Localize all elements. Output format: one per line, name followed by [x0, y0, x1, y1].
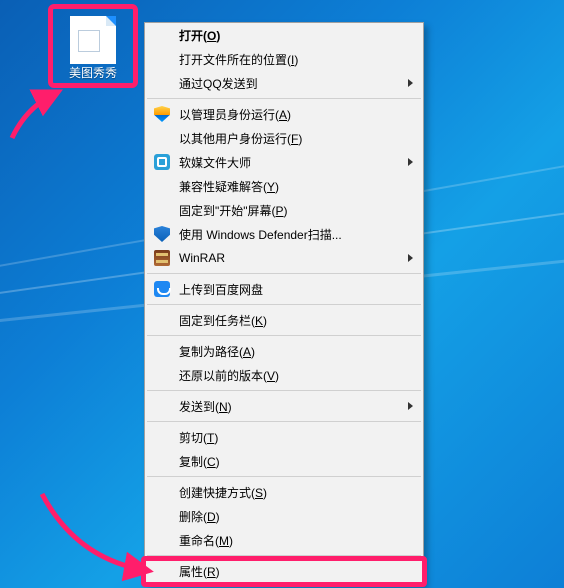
menu-separator [147, 476, 421, 477]
context-menu: 打开(O) 打开文件所在的位置(I) 通过QQ发送到 以管理员身份运行(A) 以… [144, 22, 424, 585]
menu-separator [147, 335, 421, 336]
shortcut-label: 美图秀秀 [54, 66, 132, 80]
uac-shield-icon [153, 105, 171, 123]
menu-qq-send-to[interactable]: 通过QQ发送到 [145, 71, 423, 95]
menu-open[interactable]: 打开(O) [145, 23, 423, 47]
defender-shield-icon [153, 225, 171, 243]
menu-cut[interactable]: 剪切(T) [145, 425, 423, 449]
menu-rename[interactable]: 重命名(M) [145, 528, 423, 552]
submenu-arrow-icon [408, 158, 413, 166]
menu-pin-to-taskbar[interactable]: 固定到任务栏(K) [145, 308, 423, 332]
submenu-arrow-icon [408, 402, 413, 410]
menu-properties[interactable]: 属性(R) [145, 559, 423, 584]
menu-upload-to-baidu[interactable]: 上传到百度网盘 [145, 277, 423, 301]
menu-compatibility-troubleshoot[interactable]: 兼容性疑难解答(Y) [145, 174, 423, 198]
menu-separator [147, 390, 421, 391]
menu-delete[interactable]: 删除(D) [145, 504, 423, 528]
winrar-icon [153, 249, 171, 267]
menu-restore-previous-versions[interactable]: 还原以前的版本(V) [145, 363, 423, 387]
desktop-shortcut-meituxiuxiu[interactable]: 美图秀秀 [54, 10, 132, 80]
menu-open-file-location[interactable]: 打开文件所在的位置(I) [145, 47, 423, 71]
menu-separator [147, 273, 421, 274]
menu-open-text: 打开( [179, 29, 207, 43]
menu-create-shortcut[interactable]: 创建快捷方式(S) [145, 480, 423, 504]
menu-winrar[interactable]: WinRAR [145, 246, 423, 270]
menu-separator [147, 304, 421, 305]
shortcut-file-icon [70, 16, 116, 64]
menu-separator [147, 98, 421, 99]
menu-run-as-admin[interactable]: 以管理员身份运行(A) [145, 102, 423, 126]
menu-separator [147, 421, 421, 422]
submenu-arrow-icon [408, 254, 413, 262]
menu-separator [147, 555, 421, 556]
menu-ruanmei-file-master[interactable]: 软媒文件大师 [145, 150, 423, 174]
menu-run-as-other-user[interactable]: 以其他用户身份运行(F) [145, 126, 423, 150]
menu-send-to[interactable]: 发送到(N) [145, 394, 423, 418]
menu-open-hotkey: O [207, 29, 216, 43]
menu-scan-with-defender[interactable]: 使用 Windows Defender扫描... [145, 222, 423, 246]
menu-copy[interactable]: 复制(C) [145, 449, 423, 473]
menu-copy-as-path[interactable]: 复制为路径(A) [145, 339, 423, 363]
menu-pin-to-start[interactable]: 固定到"开始"屏幕(P) [145, 198, 423, 222]
ruanmei-icon [153, 153, 171, 171]
submenu-arrow-icon [408, 79, 413, 87]
baidu-netdisk-icon [153, 280, 171, 298]
